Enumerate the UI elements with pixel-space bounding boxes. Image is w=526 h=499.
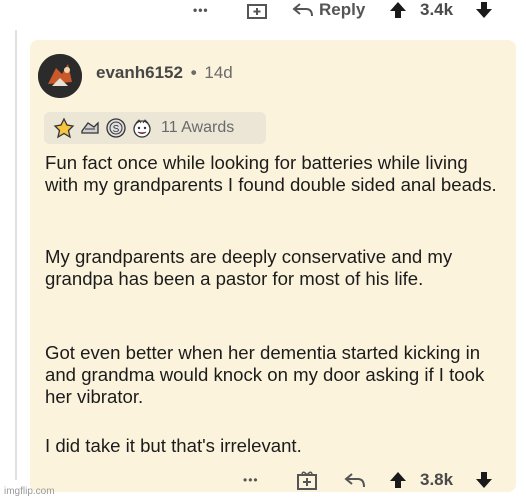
top-reply-button[interactable]: Reply bbox=[290, 0, 365, 20]
comment-paragraph: Got even better when her dementia starte… bbox=[45, 342, 485, 407]
bottom-vote-count: 3.8k bbox=[420, 468, 453, 492]
bottom-give-award-button[interactable] bbox=[296, 468, 318, 492]
author-name[interactable]: evanh6152 bbox=[96, 63, 183, 82]
watermark: imgflip.com bbox=[4, 486, 55, 497]
avatar[interactable] bbox=[38, 54, 82, 98]
bottom-action-bar: ••• 3.8k bbox=[0, 468, 526, 492]
awards-bar[interactable]: S 11 Awards bbox=[44, 112, 266, 144]
top-more-button[interactable]: ••• bbox=[193, 0, 209, 20]
reply-icon bbox=[292, 3, 313, 17]
more-label: ••• bbox=[193, 3, 209, 17]
helpful-award-icon bbox=[79, 117, 101, 139]
top-downvote-button[interactable] bbox=[474, 0, 494, 20]
comment-paragraph: Fun fact once while looking for batterie… bbox=[45, 152, 497, 195]
reply-icon bbox=[344, 473, 365, 488]
gift-icon bbox=[297, 471, 317, 490]
downvote-arrow-icon bbox=[476, 472, 492, 488]
vote-count-label: 3.8k bbox=[420, 470, 454, 489]
highlighted-comment: evanh6152 • 14d S 11 Awards Fun fact onc… bbox=[30, 40, 516, 492]
meta-separator: • bbox=[190, 63, 197, 82]
avatar-icon bbox=[38, 54, 82, 98]
top-action-bar: ••• Reply 3.4k bbox=[0, 0, 526, 20]
silver-award-icon: S bbox=[105, 117, 127, 139]
top-vote-count: 3.4k bbox=[420, 0, 453, 20]
comment-paragraph: I did take it but that's irrelevant. bbox=[45, 435, 302, 456]
bottom-upvote-button[interactable] bbox=[388, 468, 408, 492]
reply-label: Reply bbox=[319, 0, 366, 19]
comment-age: 14d bbox=[204, 63, 233, 82]
author-row: evanh6152 • 14d bbox=[96, 63, 233, 83]
more-label: ••• bbox=[243, 473, 259, 487]
bottom-more-button[interactable]: ••• bbox=[243, 468, 259, 492]
wholesome-award-icon bbox=[131, 117, 153, 139]
upvote-arrow-icon bbox=[390, 472, 406, 488]
svg-text:S: S bbox=[113, 124, 120, 135]
vote-count-label: 3.4k bbox=[420, 0, 454, 19]
thread-line[interactable] bbox=[15, 30, 17, 480]
bottom-downvote-button[interactable] bbox=[474, 468, 494, 492]
gift-icon bbox=[247, 4, 267, 19]
top-give-award-button[interactable] bbox=[246, 0, 268, 20]
gold-award-icon bbox=[53, 117, 75, 139]
awards-count: 11 Awards bbox=[161, 119, 235, 136]
bottom-reply-button[interactable] bbox=[342, 468, 368, 492]
upvote-arrow-icon bbox=[390, 2, 406, 18]
comment-paragraph: My grandparents are deeply conservative … bbox=[45, 246, 453, 289]
top-upvote-button[interactable] bbox=[388, 0, 408, 20]
downvote-arrow-icon bbox=[476, 2, 492, 18]
